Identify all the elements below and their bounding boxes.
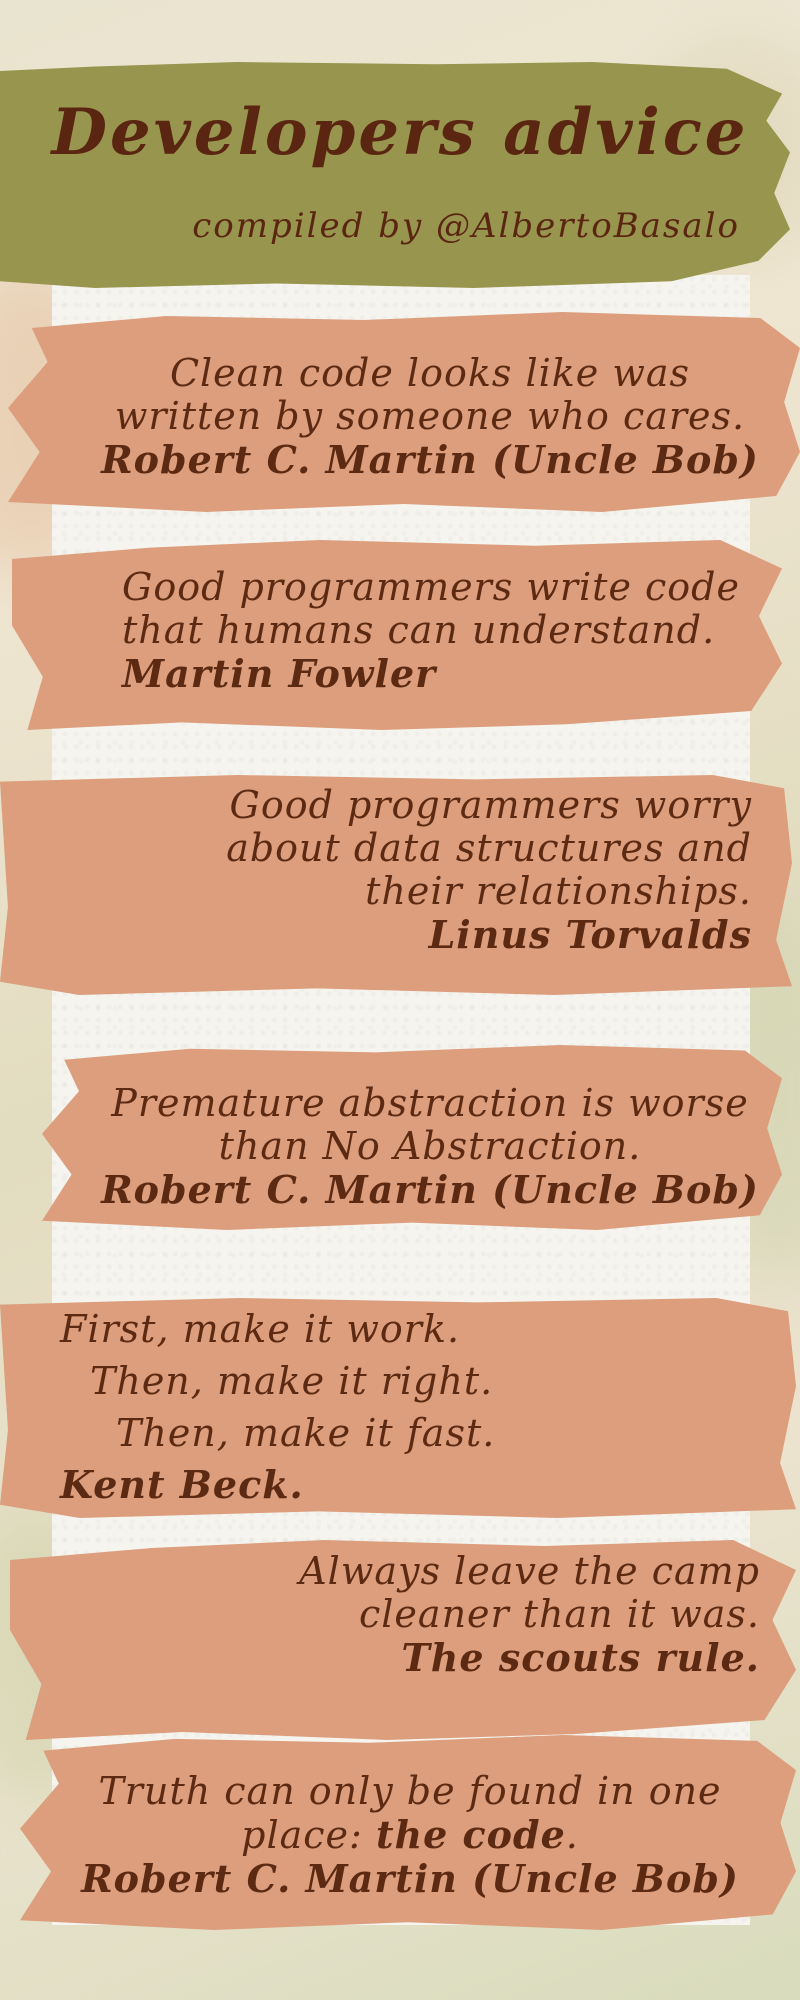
quote-text-line: than No Abstraction. xyxy=(218,1124,642,1168)
quote-card: Good programmers write code that humans … xyxy=(122,565,762,696)
quote-card: Truth can only be found in one place: th… xyxy=(60,1769,760,1901)
quote-author: Robert C. Martin (Uncle Bob) xyxy=(101,1167,759,1212)
quote-card: Always leave the camp cleaner than it wa… xyxy=(100,1549,760,1680)
quote-text-line: Then, make it fast. xyxy=(116,1411,496,1455)
quote-text-line: Clean code looks like was xyxy=(169,351,691,395)
quote-text-line: about data structures and xyxy=(226,826,752,870)
quote-text-line: Then, make it right. xyxy=(90,1359,494,1403)
quote-text-fragment: place: xyxy=(241,1813,376,1857)
quote-text-line: place: the code. xyxy=(60,1813,760,1857)
quote-author: Robert C. Martin (Uncle Bob) xyxy=(101,437,759,482)
quote-text-line: Good programmers worry xyxy=(229,783,752,827)
quote-author: Kent Beck. xyxy=(60,1462,304,1507)
quote-card: Clean code looks like was written by som… xyxy=(100,351,760,482)
quote-text-line: Truth can only be found in one xyxy=(98,1769,722,1813)
quote-text-fragment: . xyxy=(565,1813,579,1857)
quote-author: Linus Torvalds xyxy=(428,912,752,957)
quote-text-line: cleaner than it was. xyxy=(358,1592,760,1636)
quote-text-line: that humans can understand. xyxy=(122,608,716,652)
quote-text-line: written by someone who cares. xyxy=(114,394,746,438)
quote-author: Martin Fowler xyxy=(122,651,437,696)
page-title: Developers advice xyxy=(51,95,749,170)
quote-card: First, make it work. Then, make it right… xyxy=(60,1303,720,1511)
quote-text-line: Good programmers write code xyxy=(122,565,740,609)
quote-emphasis: the code xyxy=(375,1812,566,1857)
quote-card: Good programmers worry about data struct… xyxy=(80,783,752,957)
quote-author: Robert C. Martin (Uncle Bob) xyxy=(81,1856,739,1901)
quote-text-line: Always leave the camp xyxy=(299,1549,760,1593)
quote-card: Premature abstraction is worse than No A… xyxy=(100,1081,760,1212)
quote-text-line: their relationships. xyxy=(365,869,752,913)
quote-text-line: Premature abstraction is worse xyxy=(111,1081,749,1125)
quote-author: The scouts rule. xyxy=(401,1635,760,1680)
page-subtitle: compiled by @AlbertoBasalo xyxy=(192,206,740,246)
quote-text-line: First, make it work. xyxy=(60,1307,461,1351)
